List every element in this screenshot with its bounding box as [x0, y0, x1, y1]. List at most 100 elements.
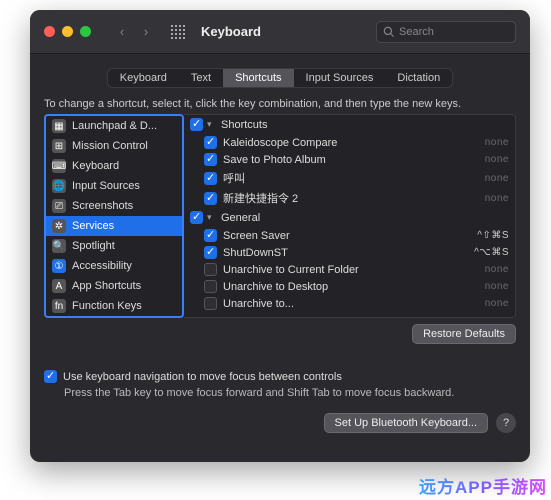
window-controls: [44, 26, 91, 37]
shortcut-list[interactable]: ▾ShortcutsKaleidoscope ComparenoneSave t…: [184, 114, 516, 318]
shortcut-keys[interactable]: none: [485, 264, 509, 275]
category-item[interactable]: 🌐Input Sources: [46, 176, 182, 196]
tab-input-sources[interactable]: Input Sources: [294, 69, 386, 87]
category-icon: ①: [52, 259, 66, 273]
category-label: Services: [72, 220, 114, 232]
zoom-window-button[interactable]: [80, 26, 91, 37]
category-item[interactable]: A App Shortcuts: [46, 276, 182, 296]
shortcut-label: 新建快捷指令 2: [223, 190, 479, 206]
shortcut-checkbox[interactable]: [204, 172, 217, 185]
titlebar: ‹ › Keyboard Search: [30, 10, 530, 54]
shortcut-keys[interactable]: none: [485, 281, 509, 292]
category-label: Spotlight: [72, 240, 115, 252]
shortcut-label: Save to Photo Album: [223, 154, 479, 166]
shortcut-row[interactable]: 新建快捷指令 2 none: [184, 188, 515, 208]
shortcut-row[interactable]: Unarchive to Desktop none: [184, 278, 515, 295]
category-item[interactable]: ①Accessibility: [46, 256, 182, 276]
shortcut-checkbox[interactable]: [204, 192, 217, 205]
category-icon: fn: [52, 299, 66, 313]
category-icon: ⊞: [52, 139, 66, 153]
category-item[interactable]: ⊞ Mission Control: [46, 136, 182, 156]
group-checkbox[interactable]: [190, 118, 203, 131]
shortcut-row[interactable]: 呼叫 none: [184, 168, 515, 188]
category-label: Launchpad & D...: [72, 120, 157, 132]
shortcut-label: 呼叫: [223, 170, 479, 186]
shortcut-checkbox[interactable]: [204, 136, 217, 149]
close-window-button[interactable]: [44, 26, 55, 37]
category-item[interactable]: 🔍 Spotlight: [46, 236, 182, 256]
setup-bluetooth-button[interactable]: Set Up Bluetooth Keyboard...: [324, 413, 488, 433]
chevron-down-icon[interactable]: ▾: [207, 212, 217, 223]
back-button[interactable]: ‹: [111, 22, 133, 42]
shortcut-checkbox[interactable]: [204, 263, 217, 276]
shortcut-keys[interactable]: none: [485, 193, 509, 204]
restore-defaults-button[interactable]: Restore Defaults: [412, 324, 516, 344]
category-item[interactable]: ⌨ Keyboard: [46, 156, 182, 176]
group-name: General: [221, 212, 260, 224]
tab-keyboard[interactable]: Keyboard: [108, 69, 179, 87]
nav-checkbox-row: Use keyboard navigation to move focus be…: [44, 370, 516, 383]
tab-bar: KeyboardTextShortcutsInput SourcesDictat…: [44, 68, 516, 88]
tab-dictation[interactable]: Dictation: [385, 69, 452, 87]
shortcut-row[interactable]: Unarchive to Current Foldernone: [184, 261, 515, 278]
category-item[interactable]: ✲ Services: [46, 216, 182, 236]
category-icon: ⌨: [52, 159, 66, 173]
show-all-button[interactable]: [171, 25, 185, 39]
search-field[interactable]: Search: [376, 21, 516, 43]
shortcut-keys[interactable]: none: [485, 298, 509, 309]
shortcut-label: Unarchive to Desktop: [223, 281, 479, 293]
nav-buttons: ‹ ›: [111, 22, 157, 42]
shortcut-checkbox[interactable]: [204, 246, 217, 259]
shortcut-checkbox[interactable]: [204, 229, 217, 242]
tab-shortcuts[interactable]: Shortcuts: [223, 69, 293, 87]
shortcut-row[interactable]: ShutDownST^⌥⌘S: [184, 244, 515, 261]
shortcut-checkbox[interactable]: [204, 297, 217, 310]
shortcut-row[interactable]: Screen Saver ^⇧⌘S: [184, 227, 515, 244]
category-icon: ▦: [52, 119, 66, 133]
category-label: Keyboard: [72, 160, 119, 172]
preferences-window: ‹ › Keyboard Search KeyboardTextShortcut…: [30, 10, 530, 462]
category-list[interactable]: ▦ Launchpad & D... ⊞ Mission Control ⌨ Keyboa…: [44, 114, 184, 318]
shortcut-label: Screen Saver: [223, 230, 471, 242]
category-icon: ⎚: [52, 199, 66, 213]
forward-button[interactable]: ›: [135, 22, 157, 42]
shortcut-keys[interactable]: none: [485, 137, 509, 148]
shortcut-checkbox[interactable]: [204, 280, 217, 293]
category-icon: ✲: [52, 219, 66, 233]
shortcuts-panel: ▦ Launchpad & D... ⊞ Mission Control ⌨ Keyboa…: [44, 114, 516, 318]
content-area: KeyboardTextShortcutsInput SourcesDictat…: [30, 54, 530, 443]
search-placeholder: Search: [399, 26, 434, 38]
chevron-down-icon[interactable]: ▾: [207, 119, 217, 130]
keyboard-navigation-help: Press the Tab key to move focus forward …: [64, 387, 516, 399]
watermark-text: 远方APP手游网: [419, 473, 547, 498]
group-header[interactable]: ▾ General: [184, 208, 515, 227]
shortcut-row[interactable]: Unarchive to... none: [184, 295, 515, 312]
keyboard-navigation-checkbox[interactable]: [44, 370, 57, 383]
category-item[interactable]: fnFunction Keys: [46, 296, 182, 316]
instruction-text: To change a shortcut, select it, click t…: [44, 98, 516, 110]
minimize-window-button[interactable]: [62, 26, 73, 37]
window-title: Keyboard: [201, 24, 368, 39]
shortcut-label: Unarchive to...: [223, 298, 479, 310]
shortcut-label: Kaleidoscope Compare: [223, 137, 479, 149]
category-label: Mission Control: [72, 140, 148, 152]
shortcut-row[interactable]: Kaleidoscope Compare none: [184, 134, 515, 151]
shortcut-keys[interactable]: none: [485, 154, 509, 165]
category-item[interactable]: ⎚ Screenshots: [46, 196, 182, 216]
shortcut-row[interactable]: Save to Photo Album none: [184, 151, 515, 168]
category-icon: A: [52, 279, 66, 293]
group-header[interactable]: ▾ Shortcuts: [184, 115, 515, 134]
category-label: Screenshots: [72, 200, 133, 212]
category-label: App Shortcuts: [72, 280, 141, 292]
category-icon: 🔍: [52, 239, 66, 253]
keyboard-navigation-label: Use keyboard navigation to move focus be…: [63, 371, 342, 383]
tab-text[interactable]: Text: [179, 69, 223, 87]
category-item[interactable]: ▦ Launchpad & D...: [46, 116, 182, 136]
group-name: Shortcuts: [221, 119, 267, 131]
shortcut-keys[interactable]: none: [485, 173, 509, 184]
shortcut-checkbox[interactable]: [204, 153, 217, 166]
help-button[interactable]: ?: [496, 413, 516, 433]
shortcut-keys[interactable]: ^⇧⌘S: [477, 230, 509, 241]
group-checkbox[interactable]: [190, 211, 203, 224]
shortcut-keys[interactable]: ^⌥⌘S: [474, 247, 509, 258]
